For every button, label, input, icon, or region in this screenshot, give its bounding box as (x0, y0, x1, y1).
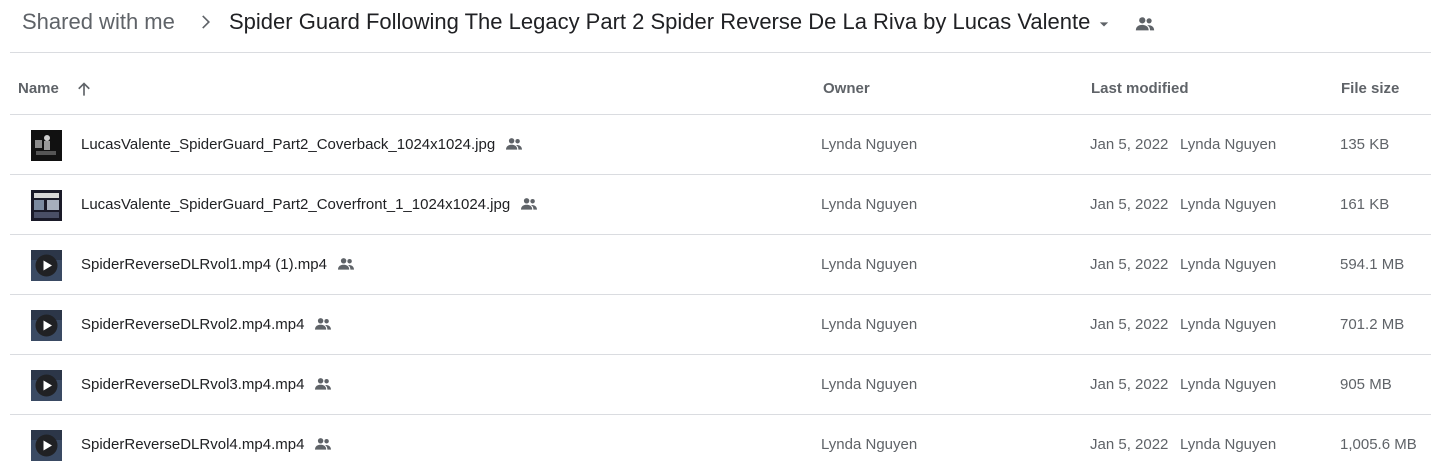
table-row[interactable]: LucasValente_SpiderGuard_Part2_Coverfron… (10, 175, 1431, 235)
file-name: LucasValente_SpiderGuard_Part2_Coverfron… (81, 195, 539, 215)
file-size-cell: 1,005.6 MB (1340, 436, 1417, 453)
image-thumbnail-icon (31, 130, 62, 161)
shared-icon (315, 318, 332, 330)
file-name: SpiderReverseDLRvol3.mp4.mp4 (81, 375, 333, 395)
table-row[interactable]: SpiderReverseDLRvol2.mp4.mp4 Lynda Nguye… (10, 295, 1431, 355)
modified-date-cell: Jan 5, 2022 (1090, 196, 1169, 213)
modified-date-cell: Jan 5, 2022 (1090, 376, 1169, 393)
file-size-cell: 161 KB (1340, 196, 1390, 213)
owner-cell: Lynda Nguyen (821, 196, 918, 213)
breadcrumb-current-folder[interactable]: Spider Guard Following The Legacy Part 2… (229, 8, 1090, 36)
table-header: Name Owner Last modified File size (10, 53, 1431, 115)
file-size-cell: 135 KB (1340, 136, 1390, 153)
video-thumbnail-icon (31, 250, 62, 281)
video-thumbnail-icon (31, 370, 62, 401)
breadcrumb-shared-with-me[interactable]: Shared with me (22, 8, 175, 36)
chevron-right-icon (202, 15, 210, 29)
owner-cell: Lynda Nguyen (821, 256, 918, 273)
owner-cell: Lynda Nguyen (821, 436, 918, 453)
owner-cell: Lynda Nguyen (821, 316, 918, 333)
column-header-file-size[interactable]: File size (1341, 80, 1399, 98)
modified-by-cell: Lynda Nguyen (1180, 316, 1277, 333)
modified-date-cell: Jan 5, 2022 (1090, 136, 1169, 153)
file-name: LucasValente_SpiderGuard_Part2_Coverback… (81, 135, 524, 155)
shared-icon (337, 258, 354, 270)
column-header-last-modified[interactable]: Last modified (1091, 80, 1189, 98)
file-size-cell: 701.2 MB (1340, 316, 1405, 333)
file-size-cell: 905 MB (1340, 376, 1392, 393)
column-header-owner: Owner (823, 80, 870, 97)
owner-cell: Lynda Nguyen (821, 136, 918, 153)
shared-icon (506, 138, 523, 150)
breadcrumb: Shared with me Spider Guard Following Th… (0, 0, 1431, 48)
table-row[interactable]: SpiderReverseDLRvol4.mp4.mp4 Lynda Nguye… (10, 415, 1431, 469)
file-size-cell: 594.1 MB (1340, 256, 1405, 273)
image-thumbnail-icon (31, 190, 62, 221)
modified-by-cell: Lynda Nguyen (1180, 436, 1277, 453)
sort-ascending-arrow-icon[interactable] (74, 79, 94, 99)
shared-folder-icon[interactable] (1134, 14, 1156, 34)
modified-by-cell: Lynda Nguyen (1180, 196, 1277, 213)
drive-folder-view: Shared with me Spider Guard Following Th… (0, 0, 1431, 469)
column-header-name[interactable]: Name (18, 80, 59, 98)
file-name: SpiderReverseDLRvol2.mp4.mp4 (81, 315, 333, 335)
dropdown-arrow-icon[interactable] (1094, 14, 1114, 34)
table-row[interactable]: SpiderReverseDLRvol3.mp4.mp4 Lynda Nguye… (10, 355, 1431, 415)
shared-icon (315, 438, 332, 450)
modified-date-cell: Jan 5, 2022 (1090, 256, 1169, 273)
owner-cell: Lynda Nguyen (821, 376, 918, 393)
file-name: SpiderReverseDLRvol4.mp4.mp4 (81, 435, 333, 455)
modified-by-cell: Lynda Nguyen (1180, 136, 1277, 153)
table-row[interactable]: LucasValente_SpiderGuard_Part2_Coverback… (10, 115, 1431, 175)
modified-date-cell: Jan 5, 2022 (1090, 316, 1169, 333)
modified-by-cell: Lynda Nguyen (1180, 376, 1277, 393)
modified-by-cell: Lynda Nguyen (1180, 256, 1277, 273)
video-thumbnail-icon (31, 310, 62, 341)
table-row[interactable]: SpiderReverseDLRvol1.mp4 (1).mp4 Lynda N… (10, 235, 1431, 295)
shared-icon (521, 198, 538, 210)
video-thumbnail-icon (31, 430, 62, 461)
shared-icon (315, 378, 332, 390)
file-name: SpiderReverseDLRvol1.mp4 (1).mp4 (81, 255, 356, 275)
modified-date-cell: Jan 5, 2022 (1090, 436, 1169, 453)
